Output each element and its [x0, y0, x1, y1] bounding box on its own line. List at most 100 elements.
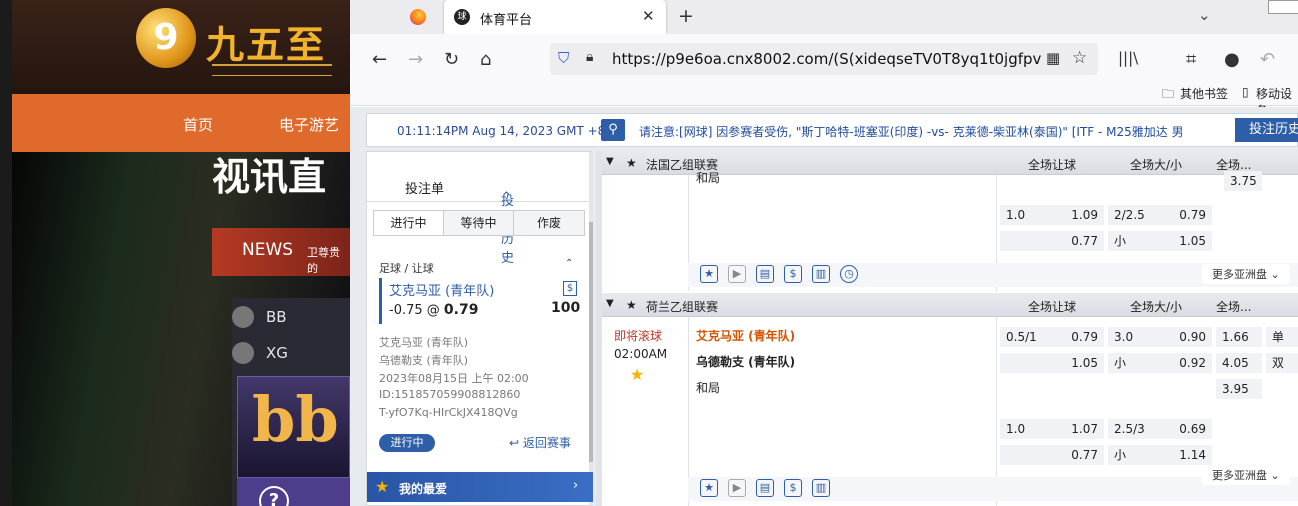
more-asian-lines[interactable]: 更多亚洲盘 ⌄ [1202, 465, 1290, 485]
shield-icon[interactable]: ⛉ [558, 49, 569, 67]
play-icon[interactable]: ▶ [728, 265, 746, 283]
league-header-netherlands[interactable]: ▼ ★ 荷兰乙组联赛 全场让球 全场大/小 全场... [602, 293, 1298, 317]
odds-draw[interactable]: 3.95 [1216, 379, 1262, 399]
bookmark-star-icon[interactable]: ☆ [1072, 48, 1087, 68]
alt-ou-over[interactable]: 2/2.5 0.79 [1108, 205, 1212, 225]
stats-icon[interactable]: ▥ [812, 265, 830, 283]
sidebar-scroll-thumb[interactable] [589, 222, 593, 462]
nav-home[interactable]: 首页 [183, 114, 213, 135]
collapse-chevron-icon[interactable]: ▼ [606, 156, 614, 167]
nav-slots[interactable]: 电子游艺 [279, 114, 339, 135]
site-logo-icon[interactable]: 9 [136, 8, 196, 68]
window-restore-button[interactable] [1268, 0, 1298, 14]
alt-ou-under[interactable]: 小 1.14 [1108, 445, 1212, 465]
collapse-chevron-icon[interactable]: ▼ [606, 298, 614, 309]
clock-icon[interactable]: ◷ [840, 265, 858, 283]
col-1x2: 全场... [1216, 300, 1252, 314]
alt-hdp-home[interactable]: 1.0 1.07 [1000, 419, 1104, 439]
hdp-home[interactable]: 0.5/1 0.79 [1000, 327, 1104, 347]
search-icon[interactable]: ⚲ [601, 119, 625, 141]
tab-betslip[interactable]: 投注单 [405, 178, 444, 197]
alt-ou-over[interactable]: 2.5/3 0.69 [1108, 419, 1212, 439]
collapse-icon[interactable]: ⌃ [565, 258, 573, 269]
new-tab-icon[interactable]: + [678, 5, 694, 27]
xg-icon [232, 342, 254, 364]
seg-waiting[interactable]: 等待中 [444, 211, 514, 235]
chat-icon[interactable]: ● [1224, 49, 1240, 70]
sports-page: 01:11:14PM Aug 14, 2023 GMT +8 ⚲ 请注意:[网球… [350, 107, 1298, 506]
sidebar-tabs: 投注单 投注历史 ⌃ [367, 166, 589, 266]
live-status: 即将滚球 [614, 329, 663, 343]
draw-label: 和局 [696, 381, 721, 395]
odds-2[interactable]: 4.05 [1216, 353, 1262, 373]
close-tab-icon[interactable]: ✕ [642, 7, 655, 25]
site-nav: 首页 电子游艺 [12, 94, 350, 152]
alt-hdp-home[interactable]: 1.0 1.09 [1000, 205, 1104, 225]
dollar-icon[interactable]: $ [563, 281, 577, 296]
match-toolbar: ★ ▶ ▤ $ ▥ ◷ 更多亚洲盘 ⌄ [688, 263, 1298, 287]
library-icon[interactable]: |||\ [1118, 49, 1138, 67]
url-bar[interactable]: ⛉ 🔒︎ https://p9e6oa.cnx8002.com/(S(xideq… [550, 43, 1098, 75]
hero-text: 视讯直 [212, 155, 327, 199]
away-team[interactable]: 乌德勒支 (青年队) [696, 353, 795, 370]
bookmark-other[interactable]: 其他书签 [1180, 85, 1228, 102]
reload-icon[interactable]: ↻ [444, 49, 459, 70]
favorite-star-icon[interactable]: ★ [626, 156, 637, 170]
tab-list-chevron-icon[interactable]: ⌄ [1198, 6, 1211, 24]
news-banner[interactable]: NEWS 卫尊贵的 [212, 228, 350, 276]
bet-away: 乌德勒支 (青年队) [379, 354, 469, 367]
dollar-icon[interactable]: $ [784, 265, 802, 283]
col-ou: 全场大/小 [1130, 300, 1183, 314]
provider-xg[interactable]: XG [232, 342, 288, 364]
league-name: 荷兰乙组联赛 [646, 300, 719, 314]
favorite-icon[interactable]: ★ [700, 265, 718, 283]
news-title: NEWS [242, 240, 294, 260]
back-icon[interactable]: ← [372, 49, 387, 70]
match-time: 02:00AM [614, 347, 668, 361]
browser-window: 球 体育平台 ✕ + ⌄ ← → ↻ ⌂ ⛉ 🔒︎ https://p9e6oa… [350, 0, 1298, 506]
stats-icon[interactable]: ▥ [812, 479, 830, 497]
favorite-star-icon[interactable]: ★ [630, 365, 644, 384]
screenshot-icon[interactable]: ⌗ [1186, 49, 1196, 70]
favorite-icon[interactable]: ★ [700, 479, 718, 497]
hdp-away[interactable]: 1.05 [1000, 353, 1104, 373]
home-team[interactable]: 艾克马亚 (青年队) [696, 327, 795, 344]
play-icon[interactable]: ▶ [728, 479, 746, 497]
bet-history-button[interactable]: 投注历史 [1235, 118, 1298, 142]
dollar-icon[interactable]: $ [784, 479, 802, 497]
seg-running[interactable]: 进行中 [374, 211, 444, 235]
favorites-bar[interactable]: ★ 我的最爱 › [367, 472, 593, 502]
tab-firefox[interactable] [394, 6, 438, 30]
tab-active[interactable]: 球 体育平台 ✕ [444, 0, 666, 34]
seg-void[interactable]: 作废 [514, 211, 584, 235]
more-asian-lines[interactable]: 更多亚洲盘 ⌄ [1202, 264, 1290, 284]
scoreboard-icon[interactable]: ▤ [756, 265, 774, 283]
ou-under[interactable]: 小 0.92 [1108, 353, 1212, 373]
ou-over[interactable]: 3.0 0.90 [1108, 327, 1212, 347]
status-segment: 进行中 等待中 作废 [373, 210, 585, 236]
alt-hdp-away[interactable]: 0.77 [1000, 445, 1104, 465]
alt-hdp-away[interactable]: 0.77 [1000, 231, 1104, 251]
match-france: 和局 3.75 1.0 1.09 0.77 2/2.5 0.79 小 1.05 ★ ▶… [602, 171, 1298, 291]
scoreboard-icon[interactable]: ▤ [756, 479, 774, 497]
draw-odds[interactable]: 3.75 [1224, 171, 1262, 191]
odds-1[interactable]: 1.66 [1216, 327, 1262, 347]
odd-even-2[interactable]: 双 [1266, 353, 1298, 373]
undo-icon[interactable]: ↶ [1260, 49, 1275, 70]
help-icon[interactable]: ? [259, 486, 289, 506]
provider-bb[interactable]: BB [232, 306, 287, 328]
home-icon[interactable]: ⌂ [480, 49, 491, 70]
bet-category: 足球 / 让球 [379, 262, 434, 275]
chevron-down-icon: ⌄ [1270, 469, 1280, 482]
forward-icon[interactable]: → [408, 49, 423, 70]
col-hdp: 全场让球 [1028, 300, 1077, 314]
qr-code-icon[interactable]: ▦ [1046, 49, 1060, 67]
favorite-star-icon[interactable]: ★ [626, 298, 637, 312]
game-card[interactable]: bb [237, 376, 350, 478]
alt-ou-under[interactable]: 小 1.05 [1108, 231, 1212, 251]
odd-even-1[interactable]: 单 [1266, 327, 1298, 347]
url-text[interactable]: https://p9e6oa.cnx8002.com/(S(xideqseTV0… [612, 50, 1042, 68]
announcement[interactable]: 请注意:[网球] 因参赛者受伤, "斯丁哈特-班塞亚(印度) -vs- 克莱德-… [639, 123, 1229, 140]
back-to-match-link[interactable]: ↩ 返回赛事 [509, 434, 571, 451]
lock-icon[interactable]: 🔒︎ [586, 49, 593, 65]
